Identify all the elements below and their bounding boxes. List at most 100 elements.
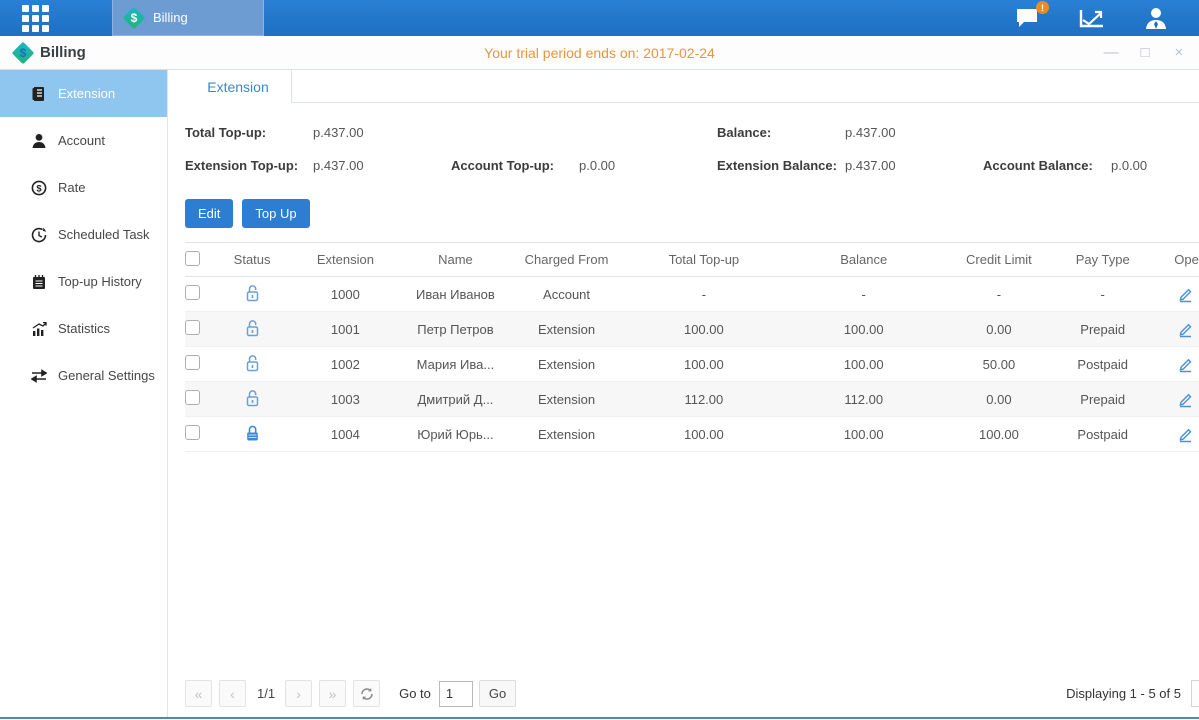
balance-cell: 100.00 <box>778 312 949 347</box>
scheduled-task-icon <box>30 226 48 244</box>
extension-topup-value: p.437.00 <box>313 158 451 173</box>
credit-limit-cell: - <box>949 277 1049 312</box>
name-cell: Дмитрий Д... <box>407 382 503 417</box>
messages-button[interactable]: ! <box>1015 7 1041 29</box>
go-button[interactable]: Go <box>479 680 516 707</box>
unlocked-icon <box>244 284 261 302</box>
top-up-button[interactable]: Top Up <box>242 199 309 228</box>
statistics-topbar-button[interactable] <box>1079 7 1105 29</box>
edit-icon[interactable] <box>1177 356 1194 373</box>
edit-button[interactable]: Edit <box>185 199 233 228</box>
user-menu-button[interactable] <box>1143 6 1169 30</box>
extension-table: Status Extension Name Charged From Total… <box>168 242 1199 452</box>
sidebar-item-label: Statistics <box>58 321 110 336</box>
credit-limit-cell: 0.00 <box>949 312 1049 347</box>
name-cell: Юрий Юрь... <box>407 417 503 452</box>
window-title-text: Billing <box>40 44 86 61</box>
edit-icon[interactable] <box>1177 391 1194 408</box>
unlocked-icon <box>244 389 261 407</box>
first-page-button[interactable]: « <box>185 680 212 707</box>
row-checkbox[interactable] <box>185 425 200 440</box>
rate-icon: $ <box>30 179 48 197</box>
col-credit-limit: Credit Limit <box>949 243 1049 277</box>
goto-label: Go to <box>399 686 431 701</box>
row-checkbox[interactable] <box>185 355 200 370</box>
pagination-bar: « ‹ 1/1 › » Go to Go Displaying 1 - 5 of… <box>168 680 1199 717</box>
edit-icon[interactable] <box>1177 426 1194 443</box>
topbar-tab-billing[interactable]: $ Billing <box>112 0 264 36</box>
extension-cell: 1000 <box>284 277 408 312</box>
total-topup-value: p.437.00 <box>313 125 451 140</box>
topbar-tab-label: Billing <box>153 10 188 25</box>
close-button[interactable]: × <box>1171 45 1187 61</box>
sidebar-item-label: General Settings <box>58 368 155 383</box>
table-body: 1000 Иван Иванов Account - - - - <box>185 277 1199 452</box>
balance-value: p.437.00 <box>845 125 983 140</box>
charged-from-cell: Extension <box>504 417 630 452</box>
sidebar-item-rate[interactable]: $ Rate <box>0 164 167 211</box>
sidebar-item-label: Scheduled Task <box>58 227 150 242</box>
window-header: $ Billing Your trial period ends on: 201… <box>0 36 1199 70</box>
name-cell: Мария Ива... <box>407 347 503 382</box>
charged-from-cell: Extension <box>504 312 630 347</box>
name-cell: Петр Петров <box>407 312 503 347</box>
app-grid-button[interactable] <box>0 0 70 36</box>
table-row: 1003 Дмитрий Д... Extension 112.00 112.0… <box>185 382 1199 417</box>
topbar: $ Billing ! <box>0 0 1199 36</box>
account-balance-value: p.0.00 <box>1111 158 1199 173</box>
credit-limit-cell: 50.00 <box>949 347 1049 382</box>
account-icon <box>30 132 48 150</box>
extension-cell: 1003 <box>284 382 408 417</box>
user-icon <box>1143 6 1169 30</box>
sidebar-item-label: Extension <box>58 86 115 101</box>
row-checkbox[interactable] <box>185 285 200 300</box>
edit-icon[interactable] <box>1177 286 1194 303</box>
sidebar-item-general-settings[interactable]: General Settings <box>0 352 167 399</box>
billing-window-icon: $ <box>12 42 34 64</box>
locked-icon <box>244 424 261 442</box>
sidebar-item-statistics[interactable]: Statistics <box>0 305 167 352</box>
sidebar-item-scheduled-task[interactable]: Scheduled Task <box>0 211 167 258</box>
main-content: Extension Total Top-up: p.437.00 Extensi… <box>168 70 1199 717</box>
row-checkbox[interactable] <box>185 390 200 405</box>
charged-from-cell: Extension <box>504 382 630 417</box>
next-page-button[interactable]: › <box>285 680 312 707</box>
notification-badge: ! <box>1036 1 1049 14</box>
total-topup-cell: 112.00 <box>629 382 778 417</box>
refresh-button[interactable] <box>353 680 380 707</box>
charged-from-cell: Account <box>504 277 630 312</box>
table-row: 1002 Мария Ива... Extension 100.00 100.0… <box>185 347 1199 382</box>
select-all-checkbox[interactable] <box>185 251 200 266</box>
svg-text:$: $ <box>36 183 42 194</box>
extension-cell: 1004 <box>284 417 408 452</box>
prev-page-button[interactable]: ‹ <box>219 680 246 707</box>
last-page-button[interactable]: » <box>319 680 346 707</box>
page-size-select[interactable]: 10 ▼ <box>1191 680 1199 707</box>
pay-type-cell: - <box>1049 277 1157 312</box>
apps-grid-icon <box>22 5 49 32</box>
minimize-button[interactable]: — <box>1103 45 1119 61</box>
col-charged-from: Charged From <box>504 243 630 277</box>
col-total-topup: Total Top-up <box>629 243 778 277</box>
col-balance: Balance <box>778 243 949 277</box>
charged-from-cell: Extension <box>504 347 630 382</box>
edit-icon[interactable] <box>1177 321 1194 338</box>
trial-notice: Your trial period ends on: 2017-02-24 <box>0 45 1199 61</box>
col-status: Status <box>221 243 284 277</box>
maximize-button[interactable]: □ <box>1137 45 1153 61</box>
topup-history-icon <box>30 273 48 291</box>
total-topup-cell: 100.00 <box>629 312 778 347</box>
general-settings-icon <box>30 367 48 385</box>
sidebar-item-topup-history[interactable]: Top-up History <box>0 258 167 305</box>
account-topup-label: Account Top-up: <box>451 158 579 173</box>
tab-extension[interactable]: Extension <box>185 70 292 103</box>
sidebar-item-label: Rate <box>58 180 85 195</box>
sidebar-item-extension[interactable]: Extension <box>0 70 167 117</box>
displaying-text: Displaying 1 - 5 of 5 <box>1066 686 1181 701</box>
billing-app-icon: $ <box>123 7 145 29</box>
extension-balance-label: Extension Balance: <box>717 158 845 173</box>
sidebar-item-account[interactable]: Account <box>0 117 167 164</box>
row-checkbox[interactable] <box>185 320 200 335</box>
goto-page-input[interactable] <box>439 681 473 707</box>
name-cell: Иван Иванов <box>407 277 503 312</box>
